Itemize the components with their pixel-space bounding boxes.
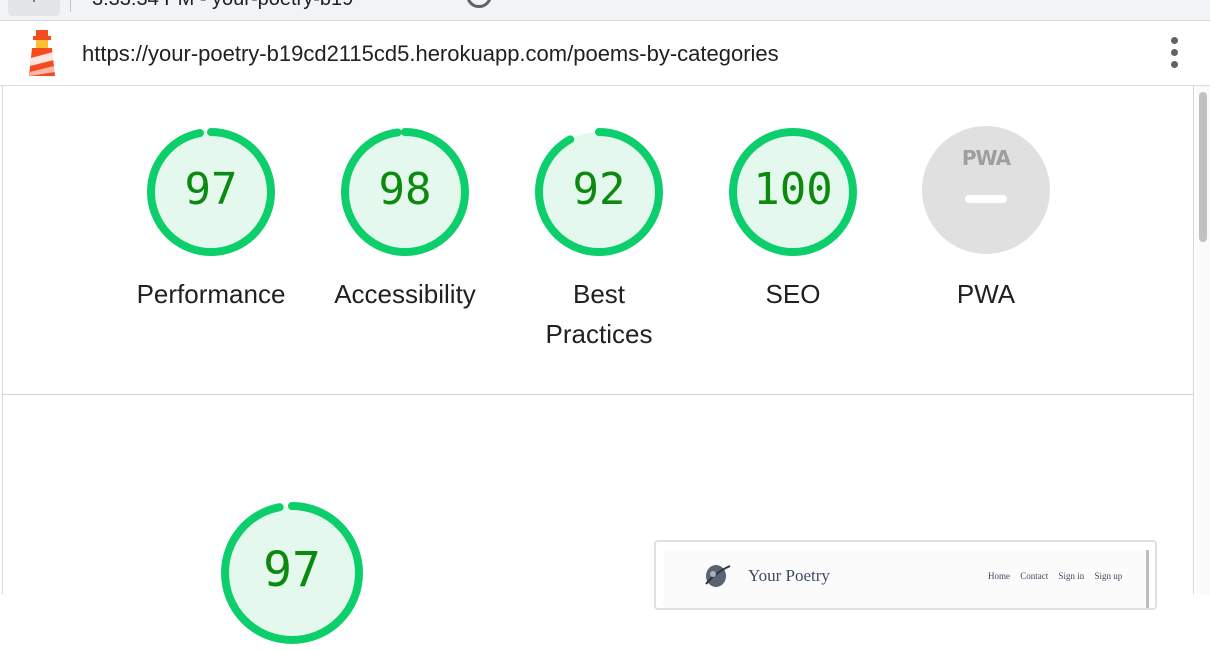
screenshot-site-title: Your Poetry (748, 566, 830, 585)
screenshot-nav-contact: Contact (1020, 571, 1049, 581)
screenshot-nav-signin: Sign in (1058, 571, 1085, 581)
performance-score-large: 97 (263, 542, 321, 598)
score-gauge-performance[interactable]: 97 (145, 126, 277, 258)
tab-separator (70, 0, 71, 12)
section-divider (2, 394, 1194, 395)
pwa-badge[interactable]: PWA (922, 126, 1050, 254)
final-screenshot[interactable]: Your Poetry Home Contact Sign in Sign up (654, 540, 1157, 610)
tab-title[interactable]: 3:33:34 PM - your-poetry-b19 (92, 0, 353, 11)
new-tab-button[interactable]: + (8, 0, 60, 16)
score-label: Best Practices (545, 279, 653, 349)
score-label: Performance (136, 279, 286, 309)
performance-gauge-large[interactable]: 97 (219, 500, 365, 646)
lighthouse-icon (29, 30, 55, 76)
tab-strip: + 3:33:34 PM - your-poetry-b19 (0, 0, 1210, 21)
score-gauge-accessibility[interactable]: 98 (339, 126, 471, 258)
screenshot-nav-home: Home (988, 571, 1010, 581)
address-bar: https://your-poetry-b19cd2115cd5.herokua… (0, 21, 1210, 86)
score-value: 100 (753, 164, 833, 215)
score-value: 97 (184, 164, 238, 215)
score-value: 92 (572, 164, 626, 215)
score-value: 98 (378, 164, 432, 215)
score-gauge-seo[interactable]: 100 (727, 126, 859, 258)
score-label: Accessibility (334, 279, 476, 309)
scrollbar-thumb[interactable] (1199, 92, 1207, 242)
score-label-pwa: PWA (956, 279, 1016, 309)
plus-icon: + (28, 0, 41, 9)
quill-logo-icon (705, 565, 731, 587)
screenshot-nav: Home Contact Sign in Sign up (988, 571, 1130, 581)
score-gauge-best-practices[interactable]: 92 (533, 126, 665, 258)
more-vert-icon[interactable] (1164, 37, 1184, 71)
url-text[interactable]: https://your-poetry-b19cd2115cd5.herokua… (82, 41, 779, 67)
reload-icon[interactable] (466, 0, 492, 8)
score-label: SEO (765, 279, 821, 309)
screenshot-nav-signup: Sign up (1094, 571, 1123, 581)
dash-icon (965, 195, 1007, 203)
screenshot-page: Your Poetry Home Contact Sign in Sign up (664, 550, 1149, 608)
pwa-icon: PWA (961, 146, 1011, 170)
